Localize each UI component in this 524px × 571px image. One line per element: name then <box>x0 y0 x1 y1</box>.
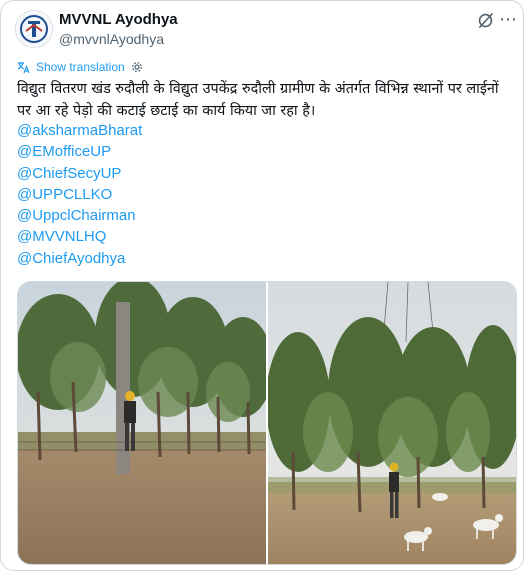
mention-link[interactable]: @EMofficeUP <box>17 141 142 162</box>
mention-link[interactable]: @ChiefAyodhya <box>17 248 142 269</box>
more-icon[interactable]: ⋯ <box>499 9 517 30</box>
tweet-card: MVVNL Ayodhya @mvvnlAyodhya ⋯ Show trans… <box>0 0 524 571</box>
grok-icon[interactable] <box>477 12 494 29</box>
mention-link[interactable]: @aksharmaBharat <box>17 120 142 141</box>
gear-icon[interactable] <box>131 61 143 73</box>
translation-row[interactable]: Show translation <box>17 59 143 75</box>
translate-icon <box>17 61 30 73</box>
media-grid <box>17 281 517 565</box>
mention-link[interactable]: @UPPCLLKO <box>17 184 142 205</box>
mention-link[interactable]: @ChiefSecyUP <box>17 163 142 184</box>
author-handle[interactable]: @mvvnlAyodhya <box>59 31 164 47</box>
tweet-text: विद्युत वितरण खंड रुदौली के विद्युत उपके… <box>17 81 499 119</box>
mention-link[interactable]: @MVVNLHQ <box>17 226 142 247</box>
mvvnl-logo-icon <box>17 12 51 46</box>
tree-trimming-photo-2[interactable] <box>268 282 516 564</box>
show-translation-link[interactable]: Show translation <box>36 60 125 74</box>
author-name[interactable]: MVVNL Ayodhya <box>59 11 178 28</box>
mention-link[interactable]: @UppclChairman <box>17 205 142 226</box>
avatar[interactable] <box>15 10 53 48</box>
mentions-list: @aksharmaBharat @EMofficeUP @ChiefSecyUP… <box>17 120 142 269</box>
tree-trimming-photo-1[interactable] <box>18 282 266 564</box>
